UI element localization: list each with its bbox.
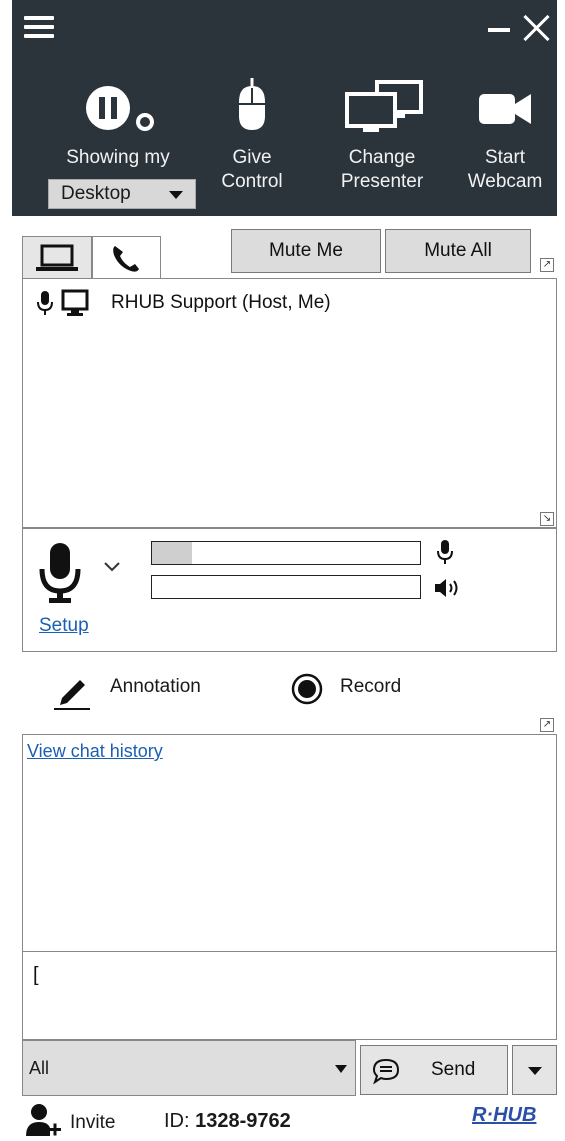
give-control-button[interactable]: Give Control [209, 58, 295, 216]
give-control-label: Give Control [221, 147, 283, 192]
share-source-select[interactable]: Desktop [48, 179, 196, 209]
start-webcam-label: Start Webcam [467, 147, 543, 192]
chat-bubble-icon [372, 1058, 400, 1085]
mic-level-meter [151, 541, 421, 565]
send-options-button[interactable] [512, 1045, 557, 1095]
meeting-id: ID: 1328-9762 [164, 1110, 291, 1133]
participant-list: RHUB Support (Host, Me) [22, 278, 557, 528]
phone-icon [113, 246, 139, 272]
computer-icon [61, 289, 89, 316]
send-label: Send [431, 1059, 476, 1080]
meeting-id-value: 1328-9762 [195, 1110, 291, 1132]
invite-button[interactable]: Invite [26, 1102, 115, 1138]
title-bar [12, 0, 557, 58]
list-item[interactable]: RHUB Support (Host, Me) [37, 289, 331, 317]
chevron-down-icon [335, 1065, 347, 1073]
showing-my-label: Showing my [66, 147, 170, 168]
popout-chat-icon[interactable]: ↗ [540, 718, 554, 732]
microphone-icon [437, 540, 453, 564]
monitors-icon [323, 72, 441, 132]
menu-icon[interactable] [24, 16, 54, 38]
speaker-level-meter [151, 575, 421, 599]
annotation-label: Annotation [110, 676, 201, 697]
microphone-icon [37, 291, 53, 315]
meeting-id-prefix: ID: [164, 1110, 190, 1132]
mouse-icon [209, 72, 295, 132]
mic-level-fill [152, 542, 193, 564]
microphone-large-icon[interactable] [39, 541, 81, 605]
annotation-button[interactable]: Annotation [54, 670, 201, 710]
tab-computer-audio[interactable] [22, 236, 92, 278]
change-presenter-button[interactable]: Change Presenter [323, 58, 441, 216]
record-icon [291, 673, 323, 705]
participant-name: RHUB Support (Host, Me) [111, 292, 331, 313]
send-button[interactable]: Send [360, 1045, 508, 1095]
add-user-icon [26, 1104, 61, 1136]
chat-input[interactable]: [ [22, 952, 557, 1040]
chevron-down-icon [528, 1067, 542, 1075]
mute-me-button[interactable]: Mute Me [231, 229, 381, 273]
pause-sharing-icon [38, 72, 198, 132]
setup-link[interactable]: Setup [39, 615, 89, 637]
speaker-icon [435, 579, 458, 597]
chevron-down-icon [169, 191, 183, 199]
chat-recipient-select[interactable]: All [22, 1040, 356, 1096]
tab-phone-audio[interactable] [92, 236, 161, 278]
record-label: Record [340, 676, 402, 697]
chat-history-panel: View chat history [22, 734, 557, 952]
invite-label: Invite [70, 1112, 116, 1133]
record-button[interactable]: Record [290, 672, 401, 706]
start-webcam-button[interactable]: Start Webcam [457, 58, 553, 216]
close-button[interactable] [523, 14, 551, 42]
view-chat-history-link[interactable]: View chat history [27, 741, 163, 762]
chevron-down-icon[interactable] [103, 561, 121, 573]
pencil-icon [54, 680, 90, 710]
audio-panel: Setup [22, 528, 557, 652]
popout-participants-icon[interactable]: ↗ [540, 258, 554, 272]
webcam-icon [457, 72, 553, 132]
rhub-logo-link[interactable]: R·HUB [472, 1104, 536, 1127]
change-presenter-label: Change Presenter [340, 147, 424, 192]
minimize-button[interactable] [488, 28, 510, 32]
laptop-icon [36, 244, 78, 271]
presenter-toolbar: Showing my Give Control Change Presenter… [12, 0, 557, 216]
expand-icon[interactable]: ↘ [540, 512, 554, 526]
mute-all-button[interactable]: Mute All [385, 229, 531, 273]
